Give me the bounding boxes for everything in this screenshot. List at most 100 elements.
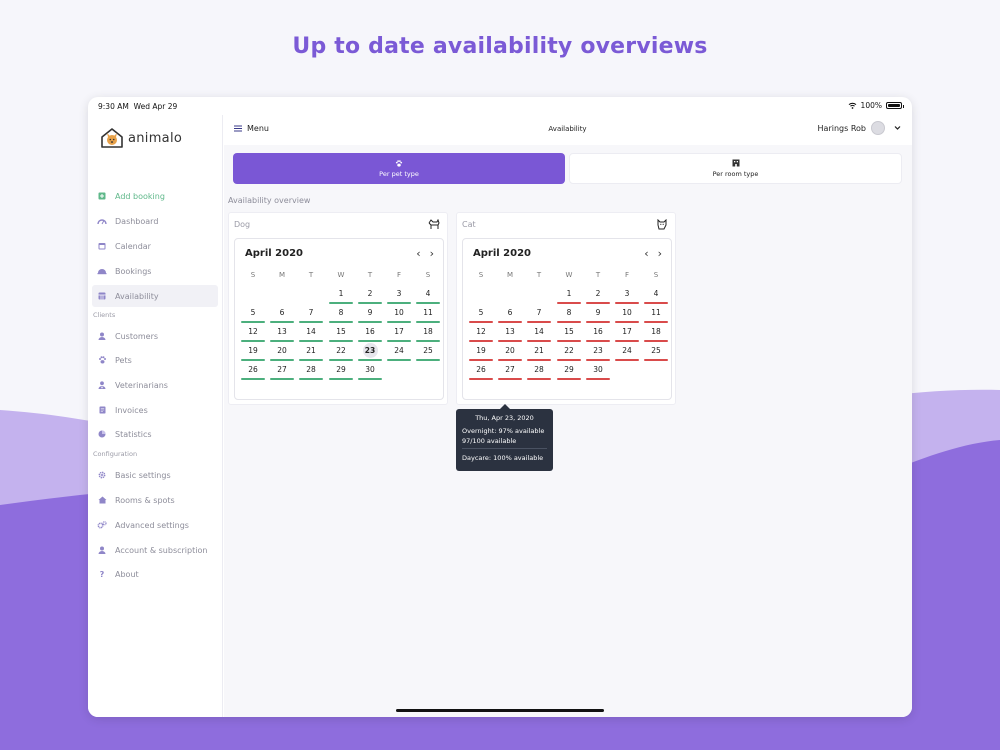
calendar-day[interactable]: 25 bbox=[416, 345, 440, 361]
calendar-day[interactable]: 14 bbox=[527, 326, 551, 342]
calendar-day[interactable]: 6 bbox=[498, 307, 522, 323]
sidebar-item-calendar[interactable]: Calendar bbox=[92, 235, 218, 257]
sidebar-item-pets[interactable]: Pets bbox=[92, 349, 218, 371]
calendar-day[interactable]: 30 bbox=[586, 364, 610, 380]
availability-bar bbox=[469, 378, 493, 380]
availability-bar bbox=[416, 302, 440, 304]
calendar-day[interactable]: 22 bbox=[329, 345, 353, 361]
day-number: 27 bbox=[505, 365, 515, 374]
sidebar-item-statistics[interactable]: Statistics bbox=[92, 423, 218, 445]
day-number: 4 bbox=[425, 289, 431, 298]
calendar-day[interactable]: 23 bbox=[586, 345, 610, 361]
calendar-day[interactable]: 26 bbox=[241, 364, 265, 380]
availability-bar bbox=[615, 321, 639, 323]
sidebar-item-about[interactable]: ? About bbox=[92, 563, 218, 585]
calendar-day[interactable]: 7 bbox=[299, 307, 323, 323]
calendar-day[interactable]: 10 bbox=[615, 307, 639, 323]
cloche-icon bbox=[97, 266, 107, 276]
calendar-day[interactable]: 18 bbox=[644, 326, 668, 342]
calendar-day[interactable]: 9 bbox=[358, 307, 382, 323]
calendar-day[interactable]: 5 bbox=[469, 307, 493, 323]
calendar-day[interactable]: 7 bbox=[527, 307, 551, 323]
sidebar-item-account-subscription[interactable]: Account & subscription bbox=[92, 539, 218, 561]
tab-per-room-type[interactable]: Per room type bbox=[569, 153, 902, 184]
calendar-day[interactable]: 22 bbox=[557, 345, 581, 361]
calendar-day[interactable]: 29 bbox=[329, 364, 353, 380]
calendar-day[interactable]: 15 bbox=[557, 326, 581, 342]
prev-month-button[interactable]: ‹ bbox=[416, 247, 420, 260]
calendar-day[interactable]: 28 bbox=[527, 364, 551, 380]
sidebar-item-dashboard[interactable]: Dashboard bbox=[92, 210, 218, 232]
calendar-day[interactable]: 8 bbox=[557, 307, 581, 323]
calendar-day[interactable]: 29 bbox=[557, 364, 581, 380]
brand-logo[interactable]: animalo bbox=[100, 127, 182, 149]
calendar-day[interactable]: 10 bbox=[387, 307, 411, 323]
calendar-day[interactable]: 6 bbox=[270, 307, 294, 323]
calendar-day[interactable]: 17 bbox=[387, 326, 411, 342]
calendar-day[interactable]: 24 bbox=[387, 345, 411, 361]
user-menu[interactable]: Harings Rob bbox=[818, 121, 902, 135]
day-number: 14 bbox=[534, 327, 544, 336]
tab-per-pet-type[interactable]: Per pet type bbox=[233, 153, 565, 184]
calendar-day[interactable]: 30 bbox=[358, 364, 382, 380]
calendar-day[interactable]: 13 bbox=[270, 326, 294, 342]
sidebar-item-customers[interactable]: Customers bbox=[92, 325, 218, 347]
calendar-day[interactable]: 16 bbox=[358, 326, 382, 342]
calendar-day[interactable]: 21 bbox=[299, 345, 323, 361]
sidebar-item-invoices[interactable]: Invoices bbox=[92, 399, 218, 421]
prev-month-button[interactable]: ‹ bbox=[644, 247, 648, 260]
calendar-day[interactable]: 4 bbox=[644, 288, 668, 304]
calendar-day[interactable]: 2 bbox=[358, 288, 382, 304]
sidebar-item-advanced-settings[interactable]: Advanced settings bbox=[92, 514, 218, 536]
calendar-day[interactable]: 2 bbox=[586, 288, 610, 304]
sidebar-item-add-booking[interactable]: Add booking bbox=[92, 185, 218, 207]
sidebar-item-bookings[interactable]: Bookings bbox=[92, 260, 218, 282]
calendar-day[interactable]: 17 bbox=[615, 326, 639, 342]
next-month-button[interactable]: › bbox=[658, 247, 662, 260]
calendar-day[interactable]: 11 bbox=[416, 307, 440, 323]
calendar-day[interactable]: 13 bbox=[498, 326, 522, 342]
calendar-day[interactable]: 3 bbox=[615, 288, 639, 304]
tab-label: Per pet type bbox=[379, 169, 419, 178]
day-number: 6 bbox=[279, 308, 285, 317]
calendar-day[interactable]: 19 bbox=[241, 345, 265, 361]
calendar-day[interactable]: 12 bbox=[469, 326, 493, 342]
calendar-day[interactable]: 28 bbox=[299, 364, 323, 380]
calendar-day[interactable]: 1 bbox=[329, 288, 353, 304]
sidebar-item-basic-settings[interactable]: Basic settings bbox=[92, 464, 218, 486]
calendar-day[interactable]: 26 bbox=[469, 364, 493, 380]
availability-bar bbox=[527, 378, 551, 380]
calendar-day[interactable]: 18 bbox=[416, 326, 440, 342]
calendar-day[interactable]: 23 bbox=[358, 343, 382, 361]
page-title: Availability bbox=[548, 125, 587, 133]
calendar-day[interactable]: 24 bbox=[615, 345, 639, 361]
calendar-day[interactable]: 4 bbox=[416, 288, 440, 304]
next-month-button[interactable]: › bbox=[430, 247, 434, 260]
gears-icon bbox=[97, 520, 107, 530]
calendar-day[interactable]: 5 bbox=[241, 307, 265, 323]
building-icon bbox=[732, 159, 739, 167]
calendar-day[interactable]: 9 bbox=[586, 307, 610, 323]
calendar-day[interactable]: 20 bbox=[498, 345, 522, 361]
calendar-day[interactable]: 27 bbox=[498, 364, 522, 380]
calendar-day[interactable]: 8 bbox=[329, 307, 353, 323]
availability-bar bbox=[387, 302, 411, 304]
calendar-day[interactable]: 21 bbox=[527, 345, 551, 361]
sidebar-item-veterinarians[interactable]: Veterinarians bbox=[92, 374, 218, 396]
calendar-day[interactable]: 14 bbox=[299, 326, 323, 342]
calendar-day[interactable]: 11 bbox=[644, 307, 668, 323]
calendar-day[interactable]: 25 bbox=[644, 345, 668, 361]
calendar-day[interactable]: 20 bbox=[270, 345, 294, 361]
availability-bar bbox=[586, 359, 610, 361]
sidebar-item-availability[interactable]: Availability bbox=[92, 285, 218, 307]
calendar-day[interactable]: 15 bbox=[329, 326, 353, 342]
weekday-label: F bbox=[624, 271, 630, 279]
calendar-day[interactable]: 3 bbox=[387, 288, 411, 304]
calendar-day[interactable]: 12 bbox=[241, 326, 265, 342]
calendar-day[interactable]: 19 bbox=[469, 345, 493, 361]
calendar-day[interactable]: 16 bbox=[586, 326, 610, 342]
calendar-day[interactable]: 1 bbox=[557, 288, 581, 304]
sidebar-item-rooms-spots[interactable]: Rooms & spots bbox=[92, 489, 218, 511]
calendar-day[interactable]: 27 bbox=[270, 364, 294, 380]
day-number: 21 bbox=[306, 346, 316, 355]
